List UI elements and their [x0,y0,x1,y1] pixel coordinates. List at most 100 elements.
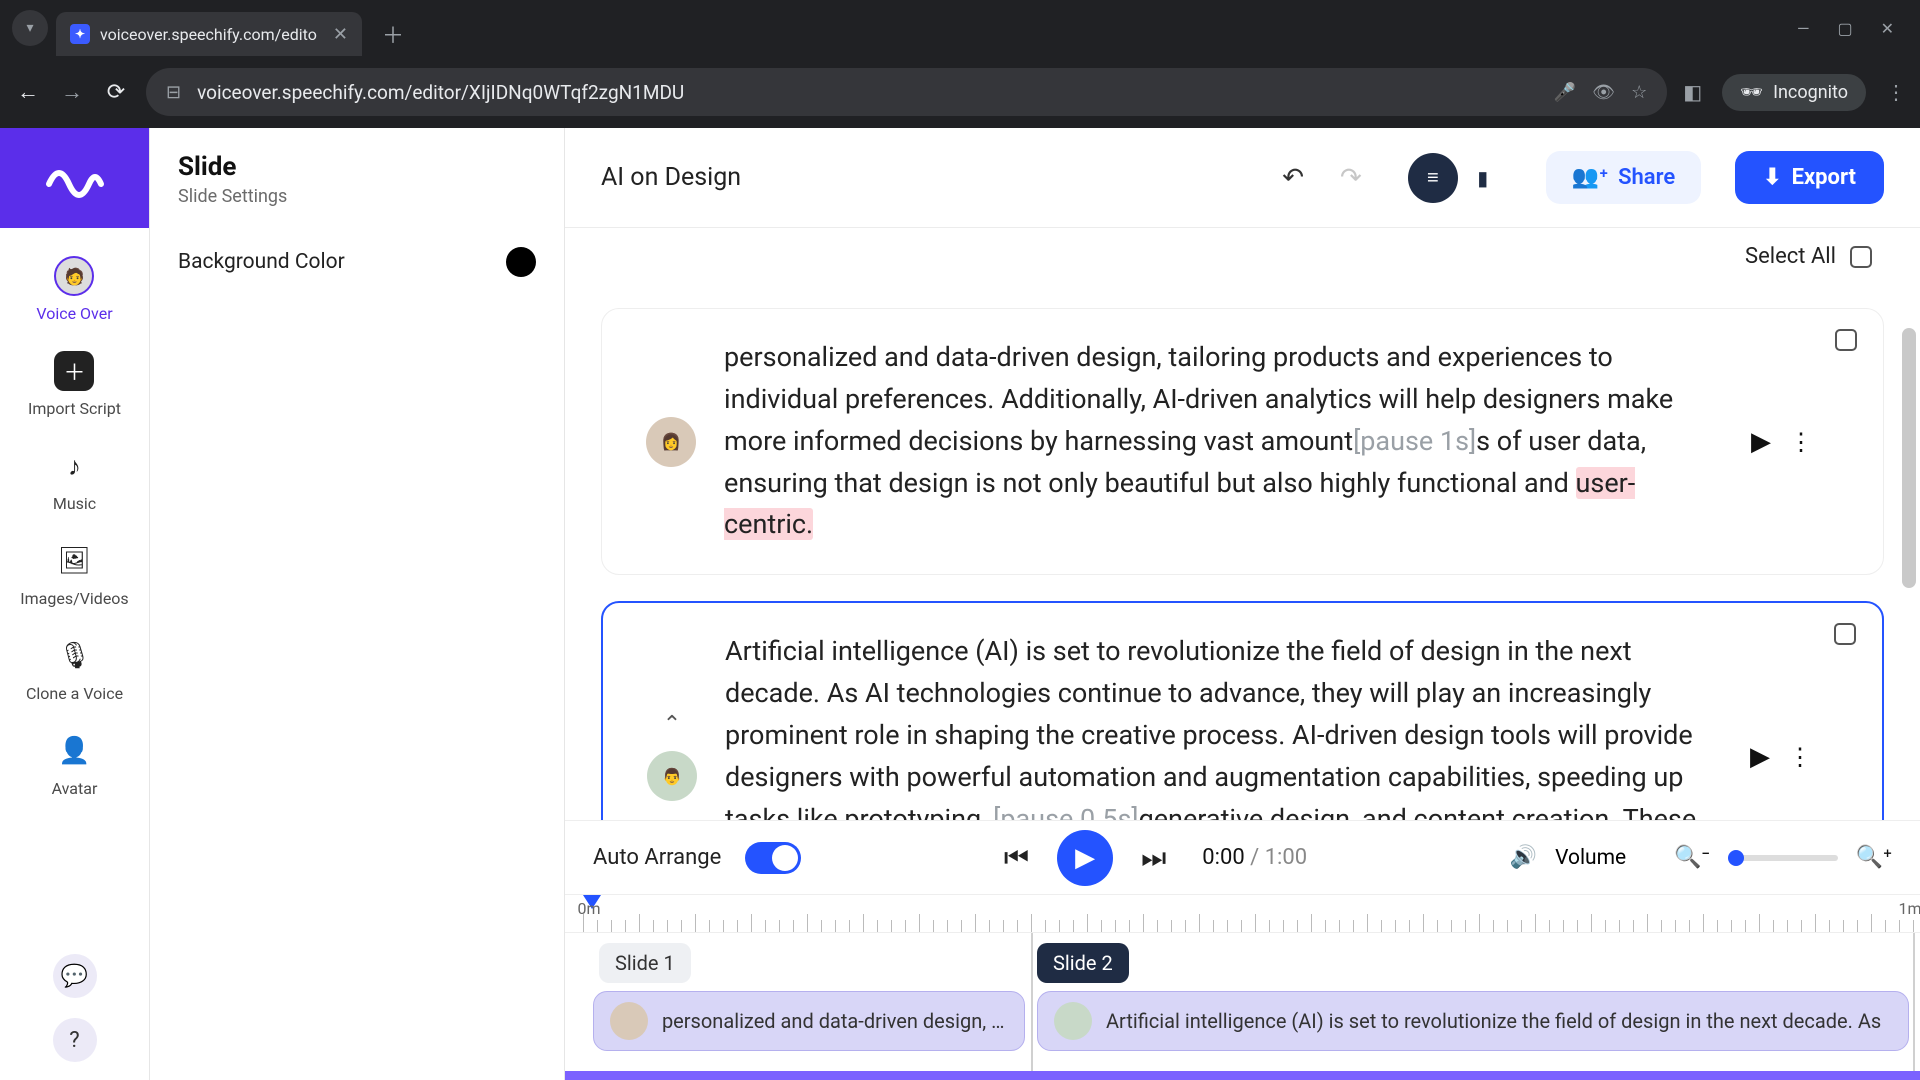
app-logo[interactable] [0,128,149,228]
script-canvas[interactable]: Select All 👩 personalized and data-drive… [565,228,1920,820]
rail-voice-over[interactable]: 🧑 Voice Over [36,256,112,323]
select-all-checkbox[interactable] [1850,246,1872,268]
scrollbar[interactable] [1900,128,1918,1080]
mic-icon[interactable]: 🎤 [1554,82,1576,103]
timeline-ruler[interactable]: 0m 1m [565,895,1920,933]
auto-arrange-toggle[interactable] [745,842,801,874]
close-window-icon[interactable]: ✕ [1881,19,1894,38]
incognito-badge[interactable]: 🕶 Incognito [1722,74,1866,111]
timeline-clip[interactable]: personalized and data-driven design, ta [593,991,1025,1051]
block-text[interactable]: personalized and data-driven design, tai… [724,337,1723,546]
rail-music[interactable]: ♪ Music [53,446,96,513]
minimize-icon[interactable]: ― [1797,19,1810,38]
pause-tag[interactable]: [pause 0.5s] [993,803,1138,820]
play-icon: ▶ [1075,843,1095,873]
zoom-slider[interactable] [1728,855,1838,861]
volume-label: Volume [1555,846,1626,870]
collapse-icon[interactable]: ⌃ [663,712,681,737]
address-bar: ← → ⟳ ⊟ voiceover.speechify.com/editor/X… [0,56,1920,128]
rail-images-videos[interactable]: 🖼 Images/Videos [20,541,128,608]
prev-button[interactable]: ⏮ [1004,841,1029,875]
browser-menu-icon[interactable]: ⋮ [1886,80,1906,104]
scrollbar-thumb[interactable] [1902,328,1916,588]
block-menu-button[interactable]: ⋮ [1788,743,1812,771]
maximize-icon[interactable]: ▢ [1837,19,1852,38]
export-label: Export [1792,165,1856,190]
back-button[interactable]: ← [14,79,42,105]
speaker-avatar[interactable]: 👩 [646,417,696,467]
play-block-button[interactable]: ▶ [1750,742,1770,772]
block-text[interactable]: Artificial intelligence (AI) is set to r… [725,631,1722,820]
redo-button[interactable]: ↷ [1332,163,1370,193]
rail-label: Import Script [28,399,121,418]
share-button[interactable]: 👥⁺ Share [1546,151,1701,204]
block-menu-button[interactable]: ⋮ [1789,428,1813,456]
view-slide-button[interactable]: ▮ [1458,153,1508,203]
rail-clone-voice[interactable]: 🎙 Clone a Voice [26,636,123,703]
help-button[interactable]: ? [53,1018,97,1062]
clip-text: personalized and data-driven design, ta [662,1009,1008,1033]
image-icon: 🖼 [54,541,94,581]
pause-tag[interactable]: [pause 1s] [1353,425,1476,457]
eye-off-icon[interactable]: 👁 [1592,82,1615,103]
chat-icon: 💬 [61,964,88,989]
script-block[interactable]: ⌃ 👨 Artificial intelligence (AI) is set … [601,601,1884,820]
next-button[interactable]: ⏭ [1141,841,1166,875]
slide-divider [1031,933,1033,1080]
forward-button[interactable]: → [58,79,86,105]
export-button[interactable]: ⬇ Export [1735,151,1884,204]
browser-tab[interactable]: ✦ voiceover.speechify.com/edito ✕ [56,12,362,56]
rail-label: Voice Over [36,304,112,323]
view-toggle: ≡ ▮ [1408,153,1508,203]
url-field[interactable]: ⊟ voiceover.speechify.com/editor/XIjIDNq… [146,68,1667,116]
select-all-control[interactable]: Select All [1745,244,1872,269]
new-tab-button[interactable]: ＋ [370,18,416,50]
close-tab-icon[interactable]: ✕ [333,24,348,45]
bg-color-swatch[interactable] [506,247,536,277]
bookmark-icon[interactable]: ☆ [1631,82,1647,103]
volume-icon[interactable]: 🔊 [1510,845,1537,870]
rail-label: Clone a Voice [26,684,123,703]
project-title[interactable]: AI on Design [601,163,741,192]
slide-icon: ▮ [1477,166,1488,190]
rail-label: Images/Videos [20,589,128,608]
clip-avatar-icon [1054,1002,1092,1040]
block-checkbox[interactable] [1834,623,1856,645]
slide-chip[interactable]: Slide 2 [1037,943,1129,983]
settings-title: Slide [178,152,536,182]
share-label: Share [1618,165,1675,190]
undo-button[interactable]: ↶ [1274,163,1312,193]
track-area[interactable]: Slide 1 Slide 2 personalized and data-dr… [565,933,1920,1080]
timeline[interactable]: 0m 1m Slide 1 Slide 2 personalized and d… [565,894,1920,1080]
background-color-row: Background Color [178,247,536,277]
sidepanel-icon[interactable]: ◧ [1683,80,1702,104]
reload-button[interactable]: ⟳ [102,80,130,105]
block-checkbox[interactable] [1835,329,1857,351]
rail-avatar[interactable]: 👤 Avatar [52,731,98,798]
zoom-out-button[interactable]: 🔍⁻ [1674,845,1710,870]
rail-label: Avatar [52,779,98,798]
view-list-button[interactable]: ≡ [1408,153,1458,203]
zoom-in-button[interactable]: 🔍⁺ [1856,845,1892,870]
timeline-clip[interactable]: Artificial intelligence (AI) is set to r… [1037,991,1909,1051]
browser-chrome: ▾ ✦ voiceover.speechify.com/edito ✕ ＋ ― … [0,0,1920,128]
settings-panel: Slide Slide Settings Background Color [150,128,565,1080]
person-icon: 👤 [55,731,95,771]
play-button[interactable]: ▶ [1057,830,1113,886]
play-block-button[interactable]: ▶ [1751,427,1771,457]
site-settings-icon[interactable]: ⊟ [166,82,181,103]
script-block[interactable]: 👩 personalized and data-driven design, t… [601,308,1884,575]
tab-search-button[interactable]: ▾ [12,10,48,46]
clip-avatar-icon [610,1002,648,1040]
text-segment: Artificial intelligence (AI) is set to r… [725,635,1693,820]
incognito-label: Incognito [1773,82,1848,103]
time-duration: 1:00 [1265,845,1307,870]
rail-import-script[interactable]: ＋ Import Script [28,351,121,418]
download-icon: ⬇ [1763,165,1781,190]
music-note-icon: ♪ [55,446,95,486]
share-icon: 👥⁺ [1572,165,1608,190]
speaker-avatar[interactable]: 👨 [647,751,697,801]
chat-button[interactable]: 💬 [53,954,97,998]
slide-chip[interactable]: Slide 1 [599,943,691,983]
timeline-progress-bar [565,1071,1920,1080]
